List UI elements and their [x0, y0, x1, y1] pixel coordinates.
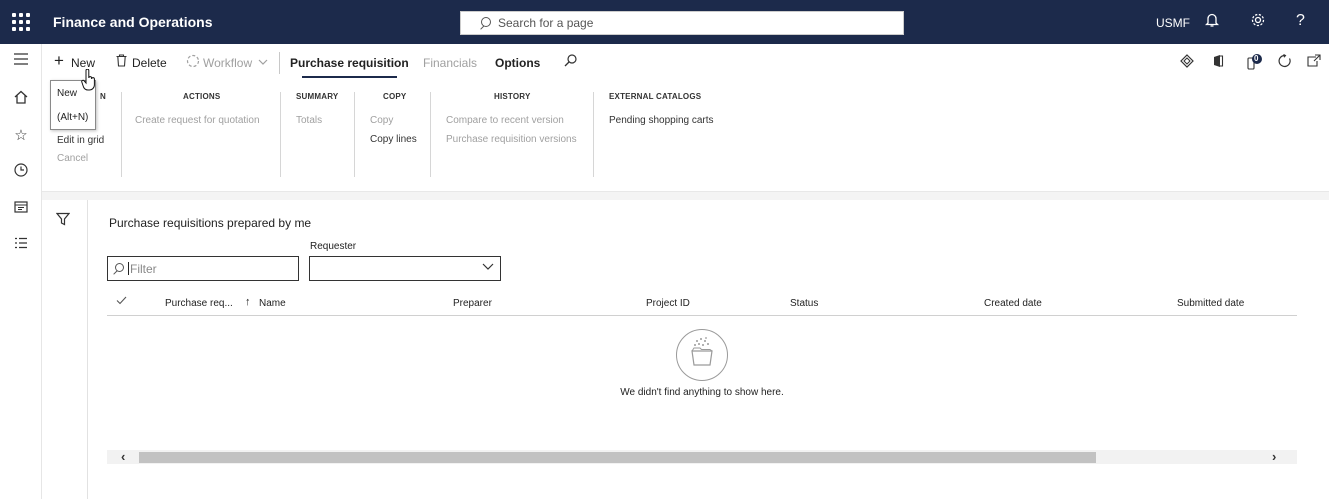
ribbon-group-summary: SUMMARY Totals — [281, 92, 355, 177]
pending-carts-button[interactable]: Pending shopping carts — [609, 115, 714, 126]
tooltip-label: New — [57, 88, 78, 99]
hand-cursor-icon — [81, 68, 97, 94]
workflow-icon — [186, 54, 200, 71]
waffle-icon[interactable] — [0, 0, 42, 44]
group-title: EXTERNAL CATALOGS — [609, 92, 702, 101]
list-icon[interactable] — [0, 236, 42, 253]
column-purchase-req[interactable]: Purchase req... — [165, 298, 233, 309]
search-icon — [113, 263, 124, 274]
open-in-new-window-icon[interactable] — [1307, 54, 1321, 70]
column-created-date[interactable]: Created date — [984, 298, 1042, 309]
top-navbar: Finance and Operations Search for a page… — [0, 0, 1329, 44]
hamburger-icon[interactable] — [0, 52, 42, 69]
divider — [279, 52, 280, 74]
requester-select[interactable] — [309, 256, 501, 281]
tab-financials[interactable]: Financials — [423, 56, 477, 70]
filter-pane — [42, 200, 88, 499]
column-submitted-date[interactable]: Submitted date — [1177, 298, 1244, 309]
grid-header: Purchase req... ↑ Name Preparer Project … — [107, 290, 1297, 316]
copy-lines-button[interactable]: Copy lines — [370, 134, 417, 145]
ribbon-group-external-catalogs: EXTERNAL CATALOGS Pending shopping carts — [594, 92, 754, 177]
scrollbar-thumb[interactable] — [139, 452, 1096, 463]
filter-funnel-icon[interactable] — [55, 212, 71, 226]
select-all-check-icon[interactable] — [116, 296, 127, 308]
ribbon: N Edit in grid Cancel ACTIONS Create req… — [42, 82, 1329, 192]
tooltip-shortcut: (Alt+N) — [57, 112, 89, 123]
empty-state-icon — [676, 329, 728, 381]
column-status[interactable]: Status — [790, 298, 818, 309]
new-button[interactable]: New — [71, 56, 95, 70]
chevron-down-icon — [258, 55, 268, 69]
group-title: N — [100, 92, 106, 101]
app-title[interactable]: Finance and Operations — [53, 14, 212, 30]
totals-button: Totals — [296, 115, 323, 126]
ribbon-group-copy: COPY Copy Copy lines — [355, 92, 431, 177]
search-input[interactable]: Search for a page — [460, 11, 904, 35]
versions-button: Purchase requisition versions — [446, 134, 577, 145]
empty-state-message: We didn't find anything to show here. — [620, 387, 784, 398]
workspace-icon[interactable] — [0, 200, 42, 217]
text-caret — [128, 262, 129, 275]
tab-purchase-requisition[interactable]: Purchase requisition — [290, 56, 409, 78]
section-gap — [42, 192, 1329, 200]
action-pane: + New Delete Workflow Purchase requisiti… — [42, 44, 1329, 82]
clock-icon[interactable] — [0, 163, 42, 181]
cancel-button: Cancel — [57, 153, 89, 164]
help-icon[interactable]: ? — [1296, 12, 1305, 30]
sort-ascending-icon: ↑ — [245, 296, 251, 308]
search-icon[interactable] — [564, 54, 577, 70]
office-icon[interactable] — [1212, 54, 1224, 71]
refresh-icon[interactable] — [1278, 54, 1292, 71]
delete-button[interactable]: Delete — [132, 56, 167, 70]
group-title: SUMMARY — [296, 92, 339, 101]
notification-badge-icon[interactable]: 0 — [1247, 54, 1265, 73]
create-rfq-button: Create request for quotation — [135, 115, 260, 126]
grid-body: We didn't find anything to show here. — [107, 317, 1297, 453]
company-picker[interactable]: USMF — [1156, 16, 1190, 30]
copy-button: Copy — [370, 115, 394, 126]
group-title: ACTIONS — [183, 92, 221, 101]
requester-label: Requester — [310, 241, 357, 252]
ribbon-group-actions: ACTIONS Create request for quotation — [122, 92, 281, 177]
edit-in-grid-button[interactable]: Edit in grid — [57, 135, 104, 146]
notification-count: 0 — [1254, 54, 1259, 63]
filter-input[interactable]: Filter — [107, 256, 299, 281]
workflow-button: Workflow — [203, 56, 253, 70]
plus-icon[interactable]: + — [54, 51, 64, 71]
diamond-icon[interactable] — [1180, 54, 1194, 71]
column-project-id[interactable]: Project ID — [646, 298, 690, 309]
view-title[interactable]: Purchase requisitions prepared by me — [109, 216, 311, 230]
star-icon[interactable]: ☆ — [0, 126, 42, 144]
main-content: Purchase requisitions prepared by me Req… — [88, 200, 1329, 499]
ribbon-group-history: HISTORY Compare to recent version Purcha… — [431, 92, 594, 177]
group-title: HISTORY — [494, 92, 531, 101]
group-title: COPY — [383, 92, 407, 101]
chevron-down-icon — [482, 260, 494, 275]
left-nav: ☆ — [0, 44, 42, 499]
bell-icon[interactable] — [1204, 12, 1220, 33]
search-placeholder: Search for a page — [498, 16, 594, 30]
search-icon — [479, 17, 491, 29]
column-preparer[interactable]: Preparer — [453, 298, 492, 309]
gear-icon[interactable] — [1250, 12, 1266, 33]
scroll-left-icon[interactable]: ‹ — [121, 449, 125, 464]
scroll-right-icon[interactable]: › — [1272, 449, 1276, 464]
compare-version-button: Compare to recent version — [446, 115, 564, 126]
column-name[interactable]: Name — [259, 298, 286, 309]
horizontal-scrollbar[interactable]: ‹ › — [107, 449, 1297, 464]
home-icon[interactable] — [0, 90, 42, 108]
filter-placeholder: Filter — [130, 261, 157, 276]
trash-icon[interactable] — [116, 54, 127, 70]
tab-options[interactable]: Options — [495, 56, 540, 70]
